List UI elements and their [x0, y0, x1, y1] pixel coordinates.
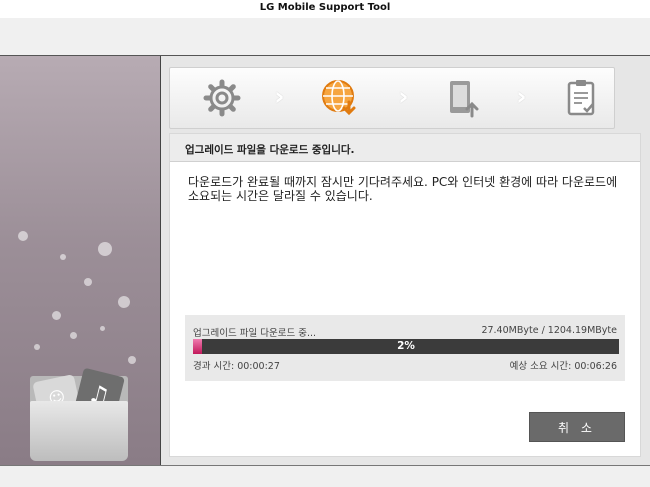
progress-percent: 2% — [397, 340, 415, 352]
main-panel: › › › 업그레이드 파일을 다운로드 중입니다. 다운로드가 완료될 때까지… — [161, 56, 650, 465]
toolbar-area — [0, 18, 650, 56]
elapsed-time: 경과 시간: 00:00:27 — [193, 361, 280, 372]
phone-upload-icon — [450, 81, 479, 118]
panel-header-text: 업그레이드 파일을 다운로드 중입니다. — [185, 144, 355, 156]
globe-download-icon — [322, 80, 356, 116]
status-bar — [0, 465, 650, 487]
progress-label: 업그레이드 파일 다운로드 중... — [193, 328, 316, 339]
folder-front — [30, 401, 128, 461]
gear-icon — [203, 79, 241, 117]
instruction-message: 다운로드가 완료될 때까지 잠시만 기다려주세요. PC와 인터넷 환경에 따라… — [188, 175, 618, 203]
panel-header: 업그레이드 파일을 다운로드 중입니다. — [170, 134, 640, 162]
progress-size: 27.40MByte / 1204.19MByte — [481, 325, 617, 336]
content-panel: 업그레이드 파일을 다운로드 중입니다. 다운로드가 완료될 때까지 잠시만 기… — [169, 133, 641, 457]
download-progress: 업그레이드 파일 다운로드 중... 27.40MByte / 1204.19M… — [185, 315, 625, 381]
window-title: LG Mobile Support Tool — [0, 0, 650, 18]
remaining-time: 예상 소요 시간: 00:06:26 — [509, 361, 617, 372]
progress-bar: 2% — [193, 339, 619, 354]
step-arrow-icon: › — [274, 82, 285, 112]
clipboard-check-icon — [567, 80, 595, 116]
cancel-button[interactable]: 취 소 — [529, 412, 625, 442]
step-arrow-icon: › — [516, 82, 527, 112]
step-indicator: › › › — [169, 67, 615, 129]
step-arrow-icon: › — [398, 82, 409, 112]
sidebar-decoration: ☺ ♫ — [0, 56, 161, 465]
